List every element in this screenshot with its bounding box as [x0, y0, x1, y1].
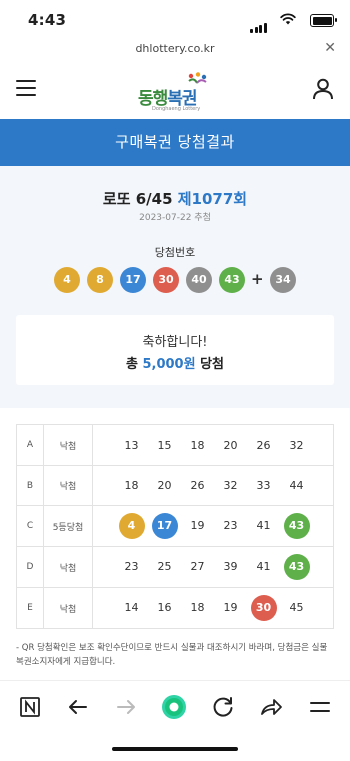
draw-date: 2023-07-22 추첨 — [139, 213, 211, 223]
bonus-plus: + — [251, 270, 264, 288]
ticket-number: 32 — [289, 438, 304, 452]
status-bar: 4:43 — [0, 0, 350, 40]
green-dot-icon[interactable] — [160, 693, 188, 721]
hamburger-menu-icon[interactable] — [16, 80, 36, 96]
ticket-number: 15 — [157, 438, 172, 452]
menu-icon[interactable] — [306, 693, 334, 721]
winning-ball: 8 — [87, 267, 113, 293]
back-icon[interactable] — [64, 693, 92, 721]
user-icon[interactable] — [312, 78, 334, 100]
ticket-result: 낙첨 — [43, 546, 93, 588]
ticket-number: 23 — [223, 519, 238, 532]
status-time: 4:43 — [28, 11, 67, 29]
matched-number-ball: 4 — [118, 513, 145, 539]
ticket-number: 19 — [190, 519, 205, 532]
site-header: 동행복권 Donghaeng Lottery — [0, 60, 350, 120]
close-icon[interactable]: ✕ — [324, 40, 336, 56]
ticket-number: 13 — [124, 438, 139, 452]
ticket-row: B 낙첨 18 20 26 32 33 44 — [16, 465, 334, 506]
ticket-number: 20 — [157, 479, 172, 492]
ticket-label: B — [16, 465, 44, 506]
ticket-row: E 낙첨 14 16 18 19 30 45 — [16, 587, 334, 629]
winning-ball: 43 — [219, 267, 245, 293]
page-title: 구매복권 당첨결과 — [0, 119, 350, 166]
logo-subtext: Donghaeng Lottery — [152, 106, 201, 112]
ticket-result: 낙첨 — [43, 424, 93, 466]
home-indicator — [112, 747, 238, 751]
winning-ball: 30 — [153, 267, 179, 293]
prize-prefix: 총 — [125, 357, 138, 372]
ticket-numbers: 4 17 19 23 41 43 — [92, 505, 334, 547]
ticket-numbers: 18 20 26 32 33 44 — [92, 465, 334, 506]
url-text[interactable]: dhlottery.co.kr — [0, 42, 350, 55]
ticket-label: A — [16, 424, 44, 466]
congrats-message: 축하합니다! — [142, 335, 208, 350]
ticket-number: 45 — [289, 601, 304, 614]
reload-icon[interactable] — [209, 693, 237, 721]
ticket-number: 39 — [223, 560, 238, 573]
round-title: 로또 6/45 제1077회 — [0, 188, 350, 209]
winning-ball: 4 — [54, 267, 80, 293]
site-logo[interactable]: 동행복권 Donghaeng Lottery — [138, 72, 212, 116]
notice-text: - QR 당첨확인은 보조 확인수단이므로 반드시 실물과 대조하시기 바라며,… — [16, 643, 328, 667]
ticket-number: 18 — [124, 479, 139, 492]
round-number: 제1077회 — [177, 190, 248, 208]
ticket-number: 26 — [190, 479, 205, 492]
matched-number-ball: 43 — [283, 513, 310, 539]
prize-suffix: 당첨 — [200, 357, 225, 372]
ticket-number: 41 — [256, 560, 271, 573]
winning-numbers-label: 당첨번호 — [154, 246, 196, 259]
ticket-numbers: 13 15 18 20 26 32 — [92, 424, 334, 466]
ticket-row: C 5등당첨 4 17 19 23 41 43 — [16, 505, 334, 547]
result-panel: 로또 6/45 제1077회 2023-07-22 추첨 당첨번호 4 8 17… — [0, 166, 350, 408]
matched-number-ball: 17 — [151, 513, 178, 539]
wifi-icon — [280, 13, 296, 25]
ticket-label: E — [16, 587, 44, 629]
forward-icon[interactable] — [112, 693, 140, 721]
bonus-ball: 34 — [270, 267, 296, 293]
url-bar[interactable]: dhlottery.co.kr ✕ — [0, 40, 350, 60]
matched-number-ball: 30 — [250, 595, 277, 621]
matched-number-ball: 43 — [283, 554, 310, 580]
ticket-number: 14 — [124, 601, 139, 614]
ticket-number: 16 — [157, 601, 172, 614]
ticket-number: 18 — [190, 438, 205, 452]
ticket-number: 18 — [190, 601, 205, 614]
ticket-number: 41 — [256, 519, 271, 532]
signal-icon — [250, 14, 268, 33]
winning-ball: 40 — [186, 267, 212, 293]
ticket-numbers: 14 16 18 19 30 45 — [92, 587, 334, 629]
ticket-number: 25 — [157, 560, 172, 573]
ticket-number: 44 — [289, 479, 304, 492]
winning-ball: 17 — [120, 267, 146, 293]
congrats-box: 축하합니다! 총 5,000원 당첨 — [16, 315, 334, 385]
ticket-number: 32 — [223, 479, 238, 492]
prize-total: 총 5,000원 당첨 — [16, 353, 334, 372]
ticket-label: C — [16, 505, 44, 547]
prize-amount: 5,000원 — [142, 357, 196, 372]
ticket-number: 26 — [256, 438, 271, 452]
ticket-result: 5등당첨 — [43, 505, 93, 547]
ticket-row: A 낙첨 13 15 18 20 26 32 — [16, 424, 334, 466]
ticket-number: 27 — [190, 560, 205, 573]
share-icon[interactable] — [257, 693, 285, 721]
ticket-number: 20 — [223, 438, 238, 452]
ticket-label: D — [16, 546, 44, 588]
ticket-number: 33 — [256, 479, 271, 492]
round-prefix: 로또 6/45 — [102, 190, 173, 208]
ticket-number: 19 — [223, 601, 238, 614]
ticket-result: 낙첨 — [43, 587, 93, 629]
ticket-number: 23 — [124, 560, 139, 573]
ticket-row: D 낙첨 23 25 27 39 41 43 — [16, 546, 334, 588]
battery-icon — [310, 14, 337, 27]
naver-icon[interactable] — [16, 693, 44, 721]
ticket-numbers: 23 25 27 39 41 43 — [92, 546, 334, 588]
ticket-table: A 낙첨 13 15 18 20 26 32 B 낙첨 18 20 26 32 33 44 C 5등당첨 4 17 19… — [16, 424, 334, 629]
ticket-result: 낙첨 — [43, 465, 93, 506]
